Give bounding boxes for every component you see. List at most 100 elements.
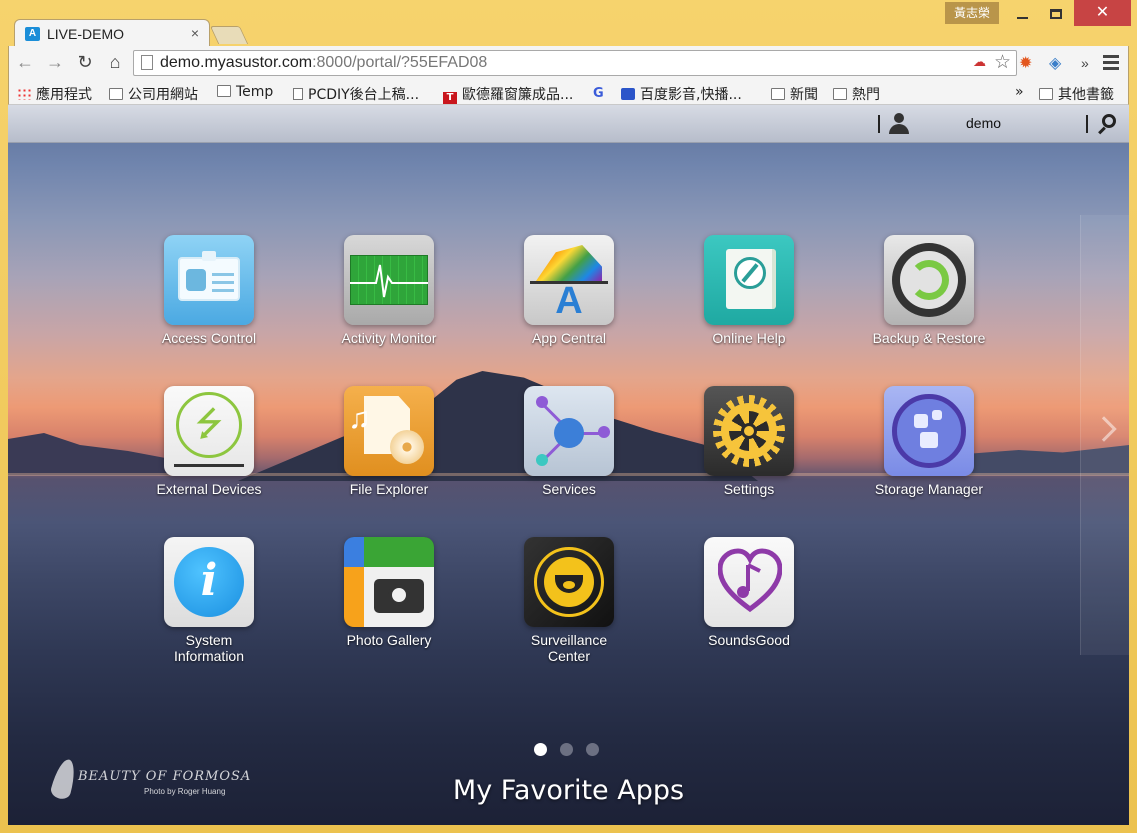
asustor-favicon-icon: A: [25, 27, 40, 41]
user-icon[interactable]: [888, 113, 910, 135]
folder-icon: [771, 88, 785, 100]
t-icon: T: [443, 92, 457, 104]
tab-title: LIVE-DEMO: [47, 26, 125, 42]
page-dot-3[interactable]: [586, 743, 599, 756]
apps-icon: [17, 88, 31, 100]
portal-page: demo Access Control Activity Monitor A A: [8, 105, 1129, 825]
chevron-right-icon: [1091, 416, 1117, 442]
app-label: Photo Gallery: [346, 632, 432, 648]
app-label: Online Help: [712, 330, 786, 346]
access-control-icon: [164, 235, 254, 325]
app-label: Backup & Restore: [872, 330, 986, 346]
address-bar[interactable]: demo.myasustor.com:8000/portal/?55EFAD08…: [133, 50, 1017, 76]
minimize-button[interactable]: [1005, 0, 1039, 26]
bookmark-temp[interactable]: Temp: [217, 84, 273, 100]
photo-gallery-icon: [344, 537, 434, 627]
page-icon: [293, 88, 303, 100]
maximize-icon: [1050, 9, 1062, 20]
page-dot-1[interactable]: [534, 743, 547, 756]
app-label: Access Control: [161, 330, 257, 346]
forward-button[interactable]: →: [43, 52, 67, 73]
extensions-overflow-icon[interactable]: »: [1081, 55, 1089, 71]
app-storage-manager[interactable]: Storage Manager: [854, 386, 1004, 497]
bookmark-pcdiy[interactable]: PCDIY後台上稿...: [293, 84, 419, 104]
maximize-button[interactable]: [1039, 0, 1073, 26]
app-app-central[interactable]: A App Central: [494, 235, 644, 346]
app-settings[interactable]: Settings: [674, 386, 824, 497]
app-photo-gallery[interactable]: Photo Gallery: [314, 537, 464, 648]
reload-button[interactable]: ↻: [73, 52, 97, 73]
search-icon[interactable]: [1102, 114, 1116, 128]
bookmarks-overflow[interactable]: »: [1015, 84, 1024, 100]
storage-manager-icon: [884, 386, 974, 476]
home-button[interactable]: ⌂: [103, 52, 127, 73]
app-online-help[interactable]: Online Help: [674, 235, 824, 346]
bookmark-apps[interactable]: 應用程式: [17, 84, 92, 104]
page-caption: My Favorite Apps: [452, 775, 685, 806]
app-label: File Explorer: [349, 481, 429, 497]
system-information-icon: i: [164, 537, 254, 627]
divider: [1086, 115, 1088, 133]
app-file-explorer[interactable]: ♫ File Explorer: [314, 386, 464, 497]
bookmark-news[interactable]: 新聞: [771, 84, 818, 104]
app-label: Surveillance Center: [530, 632, 608, 664]
browser-toolbar: ← → ↻ ⌂ demo.myasustor.com:8000/portal/?…: [8, 46, 1129, 80]
app-system-information[interactable]: i System Information: [134, 537, 284, 664]
close-window-button[interactable]: ✕: [1074, 0, 1131, 26]
profile-badge[interactable]: 黃志榮: [945, 2, 999, 24]
app-label: SoundsGood: [708, 632, 790, 648]
bookmark-star-icon[interactable]: ☆: [994, 51, 1011, 74]
bookmark-g[interactable]: G: [593, 84, 609, 101]
new-tab-button[interactable]: [209, 26, 249, 44]
app-activity-monitor[interactable]: Activity Monitor: [314, 235, 464, 346]
bookmark-curtains[interactable]: T 歐德羅窗簾成品...: [443, 84, 573, 104]
extension-fire-icon[interactable]: ✹: [1019, 53, 1032, 73]
app-soundsgood[interactable]: SoundsGood: [674, 537, 824, 648]
cloud-icon[interactable]: ☁: [973, 54, 986, 70]
page-icon: [141, 55, 153, 70]
app-access-control[interactable]: Access Control: [134, 235, 284, 346]
folder-icon: [1039, 88, 1053, 100]
app-label: Storage Manager: [874, 481, 984, 497]
bookmarks-bar: 應用程式 公司用網站 Temp PCDIY後台上稿... T 歐德羅窗簾成品...…: [8, 80, 1129, 105]
app-label: Activity Monitor: [341, 330, 437, 346]
app-label: External Devices: [156, 481, 262, 497]
browser-window: 黃志榮 ✕ A LIVE-DEMO × ← → ↻ ⌂ demo.myasust…: [0, 0, 1137, 833]
backup-restore-icon: [884, 235, 974, 325]
bookmark-baidu[interactable]: 百度影音,快播...: [621, 84, 742, 104]
soundsgood-icon: [704, 537, 794, 627]
settings-icon: [704, 386, 794, 476]
divider: [878, 115, 880, 133]
app-external-devices[interactable]: ⭍ External Devices: [134, 386, 284, 497]
app-label: App Central: [532, 330, 606, 346]
chrome-menu-icon[interactable]: [1103, 55, 1119, 73]
app-surveillance-center[interactable]: Surveillance Center: [494, 537, 644, 664]
tab-live-demo[interactable]: A LIVE-DEMO ×: [14, 19, 210, 47]
username[interactable]: demo: [966, 115, 1001, 131]
folder-icon: [833, 88, 847, 100]
extension-shield-icon[interactable]: ◈: [1049, 53, 1061, 73]
file-explorer-icon: ♫: [344, 386, 434, 476]
folder-icon: [109, 88, 123, 100]
folder-icon: [217, 85, 231, 97]
app-label: Settings: [723, 481, 775, 497]
bookmark-company-sites[interactable]: 公司用網站: [109, 84, 198, 104]
back-button[interactable]: ←: [13, 52, 37, 73]
bookmark-other[interactable]: 其他書籤: [1039, 84, 1114, 104]
surveillance-center-icon: [524, 537, 614, 627]
tab-close-icon[interactable]: ×: [191, 25, 199, 41]
minimize-icon: [1016, 17, 1028, 20]
page-dot-2[interactable]: [560, 743, 573, 756]
services-icon: [524, 386, 614, 476]
paw-icon: [621, 88, 635, 100]
next-page-button[interactable]: [1080, 215, 1129, 655]
app-services[interactable]: Services: [494, 386, 644, 497]
g-icon: G: [593, 86, 604, 101]
bookmark-popular[interactable]: 熱門: [833, 84, 880, 104]
url-text[interactable]: demo.myasustor.com:8000/portal/?55EFAD08: [160, 54, 487, 72]
online-help-icon: [704, 235, 794, 325]
external-devices-icon: ⭍: [164, 386, 254, 476]
app-backup-restore[interactable]: Backup & Restore: [854, 235, 1004, 346]
portal-top-bar: demo: [8, 105, 1129, 143]
page-indicator: [534, 743, 612, 761]
